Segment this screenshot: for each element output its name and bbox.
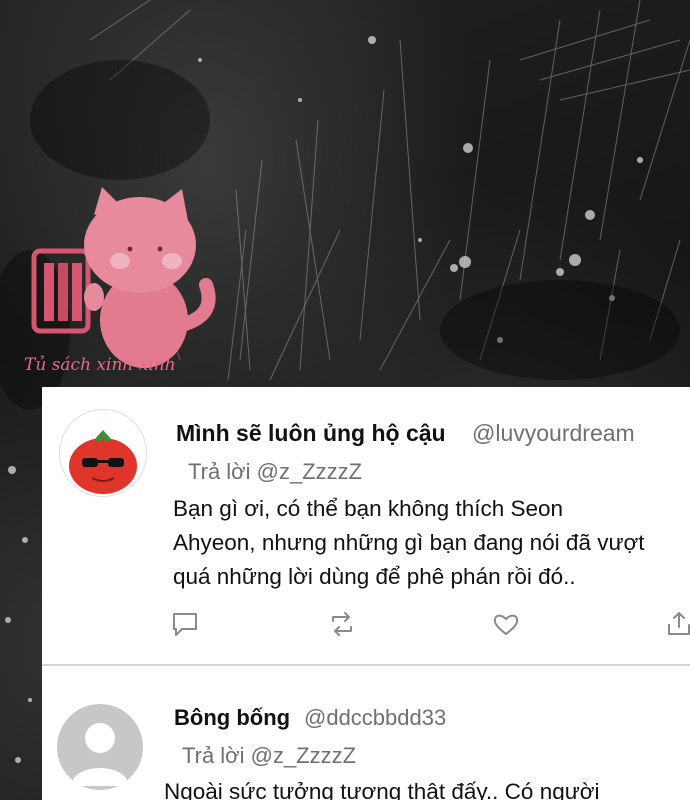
- watermark-logo: Tủ sách xinh xinh: [22, 185, 222, 385]
- reply-icon: [173, 613, 197, 636]
- share-button[interactable]: [664, 609, 690, 639]
- comment-divider: [42, 664, 690, 666]
- comment-body-line: Ngoài sức tưởng tượng thật đấy.. Có ngườ…: [164, 779, 600, 800]
- retweet-button[interactable]: [327, 609, 357, 639]
- display-name[interactable]: Bông bống: [174, 705, 290, 731]
- reply-to-label[interactable]: Trả lời @z_ZzzzZ: [182, 743, 356, 769]
- reply-button[interactable]: [170, 609, 200, 639]
- avatar[interactable]: [57, 704, 143, 790]
- watermark-text: Tủ sách xinh xinh: [24, 355, 176, 375]
- comment-body: Ngoài sức tưởng tượng thật đấy.. Có ngườ…: [164, 775, 684, 800]
- user-handle[interactable]: @ddccbbdd33: [304, 705, 446, 731]
- like-button[interactable]: [491, 609, 521, 639]
- avatar[interactable]: [59, 409, 147, 497]
- default-user-icon: [71, 723, 129, 786]
- user-handle[interactable]: @luvyourdream: [472, 420, 635, 447]
- comments-card: Mình sẽ luôn ủng hộ cậu @luvyourdream Tr…: [42, 387, 690, 800]
- comment-body: Bạn gì ơi, có thể bạn không thích Seon A…: [173, 492, 690, 594]
- comment-body-line: Bạn gì ơi, có thể bạn không thích Seon: [173, 496, 564, 521]
- share-icon: [668, 612, 690, 635]
- comment-body-line: quá những lời dùng để phê phán rồi đó..: [173, 564, 576, 589]
- reply-to-label[interactable]: Trả lời @z_ZzzzZ: [188, 459, 362, 485]
- like-icon: [493, 614, 519, 635]
- comment-body-line: Ahyeon, nhưng những gì bạn đang nói đã v…: [173, 530, 645, 555]
- display-name[interactable]: Mình sẽ luôn ủng hộ cậu: [176, 420, 446, 447]
- retweet-icon: [332, 612, 352, 636]
- tomato-with-sunglasses-icon: [69, 430, 137, 494]
